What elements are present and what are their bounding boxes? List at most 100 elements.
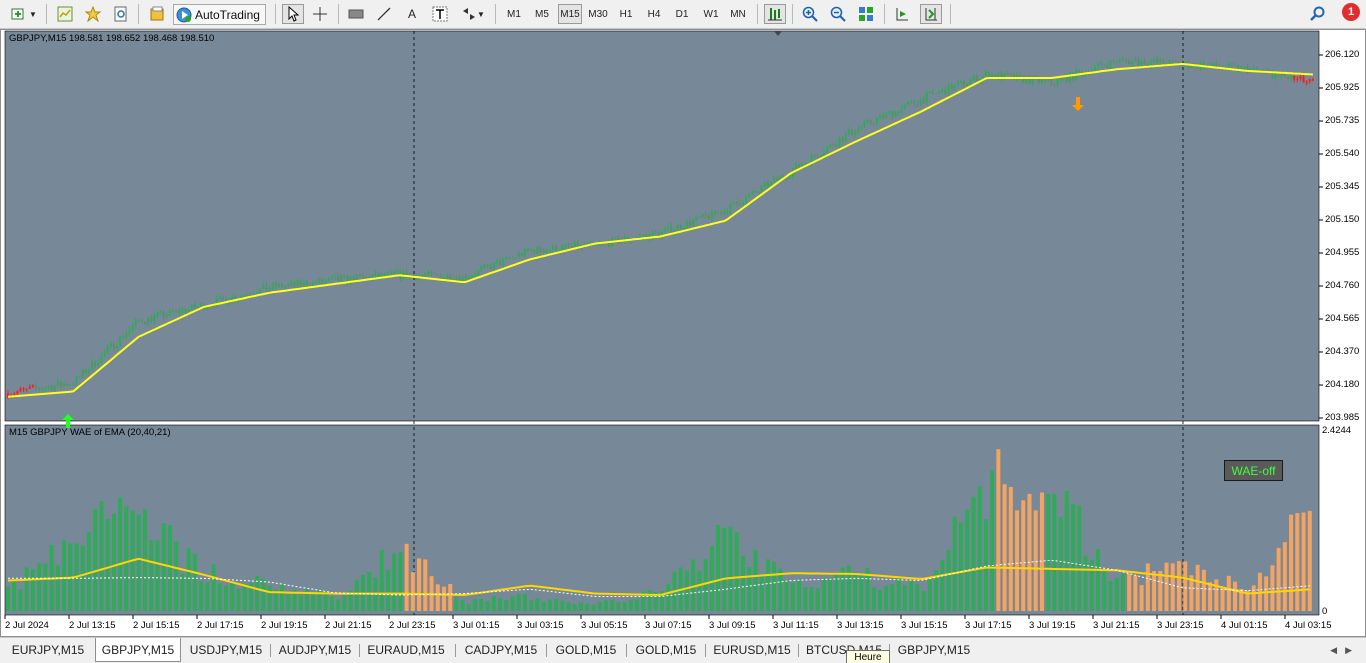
tab-gbpjpy-m15[interactable]: GBPJPY,M15 <box>95 638 181 662</box>
wae-histogram-bar <box>890 584 895 611</box>
zoom-in-button[interactable] <box>800 4 820 24</box>
navigator-button[interactable] <box>83 4 103 24</box>
candle-body <box>274 283 277 288</box>
candle-body <box>564 244 567 246</box>
wae-histogram-bar <box>1301 512 1306 611</box>
text-label-button[interactable] <box>430 4 450 24</box>
candle-body <box>872 123 875 125</box>
tab-cadjpy-m15[interactable]: CADJPY,M15 <box>457 639 545 661</box>
candle-body <box>1137 59 1140 66</box>
candle-body <box>97 362 100 366</box>
tab-gold-m15-2[interactable]: GOLD,M15 <box>628 639 704 661</box>
tile-windows-button[interactable] <box>856 4 876 24</box>
candle-body <box>1283 75 1286 77</box>
wae-histogram-bar <box>336 599 341 611</box>
candle-body <box>1140 61 1143 66</box>
candle-body <box>69 384 72 386</box>
tab-eurjpy-m15[interactable]: EURJPY,M15 <box>4 639 92 661</box>
wae-histogram-bar <box>192 553 197 611</box>
wae-histogram-bar <box>298 595 303 611</box>
axis-tooltip: Heure <box>846 650 890 663</box>
trendline-button[interactable] <box>374 4 394 24</box>
autotrading-button[interactable]: AutoTrading <box>173 4 266 25</box>
candle-body <box>430 271 433 274</box>
chart-shift-end-button[interactable] <box>920 4 942 24</box>
candle-body <box>175 309 178 312</box>
candle-body <box>305 281 308 287</box>
candle-body <box>527 248 530 251</box>
timeframe-m15[interactable]: M15 <box>558 4 582 24</box>
wae-histogram-bar <box>896 576 901 611</box>
wae-histogram-bar <box>1220 587 1225 611</box>
candle-body <box>533 249 536 254</box>
tab-usdjpy-m15[interactable]: USDJPY,M15 <box>183 639 269 661</box>
timeframe-d1[interactable]: D1 <box>672 4 692 24</box>
wae-histogram-bar <box>423 559 428 611</box>
search-button[interactable] <box>1308 4 1328 24</box>
candle-body <box>41 389 44 391</box>
cursor-icon <box>288 6 300 22</box>
timeframe-mn[interactable]: MN <box>727 4 749 24</box>
candle-body <box>81 369 84 377</box>
new-chart-button[interactable]: ▼ <box>8 4 40 24</box>
timeframe-m30[interactable]: M30 <box>586 4 610 24</box>
timeframe-m5[interactable]: M5 <box>532 4 552 24</box>
candle-body <box>832 144 835 146</box>
candle-body <box>100 354 103 363</box>
notification-badge[interactable]: 1 <box>1342 3 1360 21</box>
arrows-button[interactable]: ▼ <box>458 4 488 24</box>
candle-body <box>321 278 324 283</box>
cursor-tool-button[interactable] <box>282 4 304 24</box>
candle-body <box>841 138 844 142</box>
candle-body <box>959 80 962 83</box>
timeframe-w1[interactable]: W1 <box>700 4 722 24</box>
candle-body <box>262 284 265 289</box>
candle-body <box>218 296 221 299</box>
crosshair-tool-button[interactable] <box>310 4 330 24</box>
tab-gbpjpy-m15-2[interactable]: GBPJPY,M15 <box>891 639 977 661</box>
candle-body <box>299 280 302 286</box>
indicator-zero-label: 0 <box>1322 606 1328 617</box>
candle-body <box>664 228 667 232</box>
vertical-line-button[interactable] <box>346 4 366 24</box>
wae-histogram-bar <box>921 591 926 611</box>
candle-body <box>717 212 720 215</box>
wae-histogram-bar <box>1226 575 1231 611</box>
tab-scroll-arrows-icon[interactable]: ◀▶ <box>1330 645 1360 656</box>
chart-shift-button[interactable] <box>764 4 786 24</box>
wae-histogram-bar <box>460 600 465 611</box>
timeframe-m1[interactable]: M1 <box>504 4 524 24</box>
candle-body <box>847 129 850 135</box>
chart-canvas[interactable] <box>1 30 1365 636</box>
zoom-out-button[interactable] <box>828 4 848 24</box>
autoscroll-button[interactable] <box>892 4 912 24</box>
dropdown-arrow-icon: ▼ <box>29 9 37 19</box>
wae-histogram-bar <box>1233 581 1238 611</box>
candle-body <box>1308 79 1311 82</box>
tab-gold-m15[interactable]: GOLD,M15 <box>548 639 624 661</box>
tab-euraud-m15[interactable]: EURAUD,M15 <box>361 639 451 661</box>
candle-body <box>293 281 296 286</box>
chart-window[interactable]: GBPJPY,M15 198.581 198.652 198.468 198.5… <box>0 29 1366 637</box>
wae-histogram-bar <box>435 584 440 611</box>
candle-body <box>935 93 938 95</box>
candle-body <box>514 257 517 259</box>
market-watch-button[interactable] <box>55 4 75 24</box>
price-tick-label: 205.735 <box>1325 115 1360 126</box>
tab-eurusd-m15[interactable]: EURUSD,M15 <box>707 639 797 661</box>
candle-body <box>165 315 168 318</box>
terminal-button[interactable] <box>147 4 167 24</box>
tab-audjpy-m15[interactable]: AUDJPY,M15 <box>272 639 358 661</box>
candle-body <box>128 329 131 334</box>
wae-histogram-bar <box>647 590 652 611</box>
timeframe-h1[interactable]: H1 <box>616 4 636 24</box>
wae-histogram-bar <box>1295 513 1300 611</box>
data-window-button[interactable] <box>111 4 131 24</box>
chart-tabs-bar: EURJPY,M15 GBPJPY,M15 USDJPY,M15 AUDJPY,… <box>0 637 1366 663</box>
timeframe-h4[interactable]: H4 <box>644 4 664 24</box>
candle-body <box>1121 58 1124 60</box>
candle-body <box>243 295 246 297</box>
candle-body <box>1290 75 1293 80</box>
candle-body <box>1149 61 1152 66</box>
text-tool-button[interactable]: A <box>402 4 422 24</box>
